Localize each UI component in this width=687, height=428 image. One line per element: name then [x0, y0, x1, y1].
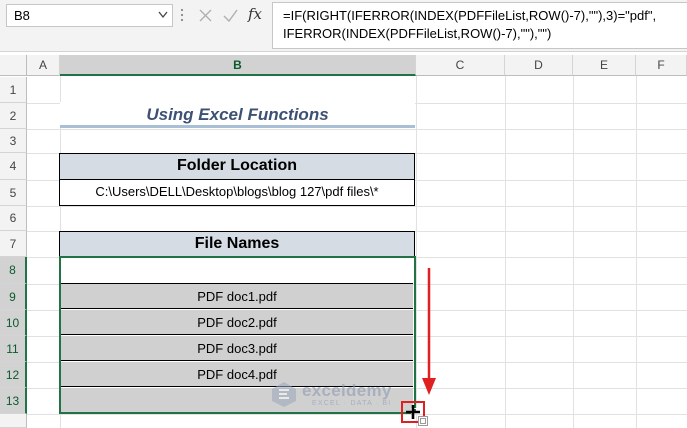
column-header-c[interactable]: C [416, 55, 505, 76]
file-names-header[interactable]: File Names [59, 231, 415, 258]
insert-function-icon[interactable]: fx [248, 5, 262, 23]
cancel-icon[interactable] [198, 8, 213, 23]
formula-bar: B8 fx =IF(RIGHT(IFERROR(INDEX(PDFFileLis… [0, 0, 687, 52]
column-header-a[interactable]: A [27, 55, 60, 76]
row-header-3[interactable]: 3 [0, 129, 27, 153]
column-header-f[interactable]: F [636, 55, 687, 76]
autofill-options-icon[interactable] [418, 416, 428, 426]
formula-buttons: fx [190, 4, 268, 27]
folder-path-cell[interactable]: C:\Users\DELL\Desktop\blogs\blog 127\pdf… [59, 180, 415, 206]
row-header-11[interactable]: 11 [0, 336, 27, 362]
row-header-2[interactable]: 2 [0, 103, 27, 129]
name-box-value: B8 [14, 8, 30, 23]
folder-location-header[interactable]: Folder Location [59, 153, 415, 180]
drag-down-arrow-icon [422, 268, 436, 395]
row-header-8[interactable]: 8 [0, 257, 27, 284]
row-header-14[interactable] [0, 414, 27, 428]
column-header-b[interactable]: B [60, 55, 416, 76]
column-header-d[interactable]: D [505, 55, 573, 76]
confirm-icon[interactable] [222, 8, 239, 23]
chevron-down-icon[interactable] [158, 11, 168, 19]
row-header-10[interactable]: 10 [0, 310, 27, 336]
row-header-5[interactable]: 5 [0, 180, 27, 206]
gridline [27, 129, 687, 130]
row-header-6[interactable]: 6 [0, 206, 27, 231]
row-header-7[interactable]: 7 [0, 231, 27, 257]
row-header-4[interactable]: 4 [0, 153, 27, 180]
row-header-12[interactable]: 12 [0, 362, 27, 388]
name-box[interactable]: B8 [6, 4, 173, 27]
column-header-e[interactable]: E [573, 55, 636, 76]
selection-range[interactable] [59, 256, 416, 414]
sheet-title: Using Excel Functions [60, 102, 415, 128]
more-options-icon[interactable] [180, 7, 184, 23]
select-all-corner[interactable] [0, 55, 27, 76]
row-header-9[interactable]: 9 [0, 284, 27, 310]
gridline [27, 414, 687, 415]
row-header-1[interactable]: 1 [0, 77, 27, 103]
gridline [27, 206, 687, 207]
formula-line-1: =IF(RIGHT(IFERROR(INDEX(PDFFileList,ROW(… [283, 8, 657, 23]
formula-input[interactable]: =IF(RIGHT(IFERROR(INDEX(PDFFileList,ROW(… [272, 2, 687, 49]
row-header-13[interactable]: 13 [0, 388, 27, 414]
formula-line-2: IFERROR(INDEX(PDFFileList,ROW()-7),""),"… [283, 26, 552, 41]
